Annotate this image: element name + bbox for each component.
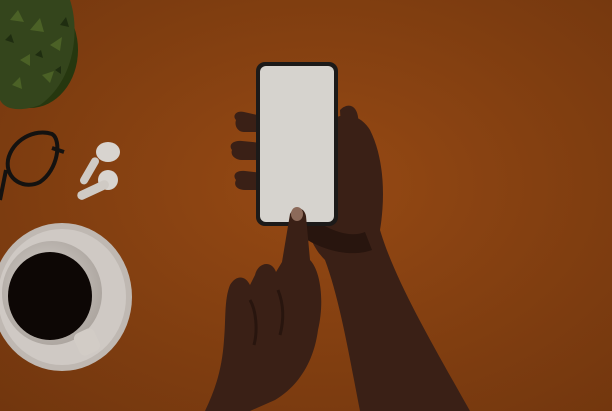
fingernail <box>291 207 303 221</box>
smartphone <box>256 62 338 226</box>
scene-illustration <box>0 0 612 411</box>
photo-scene <box>0 0 612 411</box>
coffee <box>8 252 92 340</box>
phone-screen <box>260 66 334 222</box>
